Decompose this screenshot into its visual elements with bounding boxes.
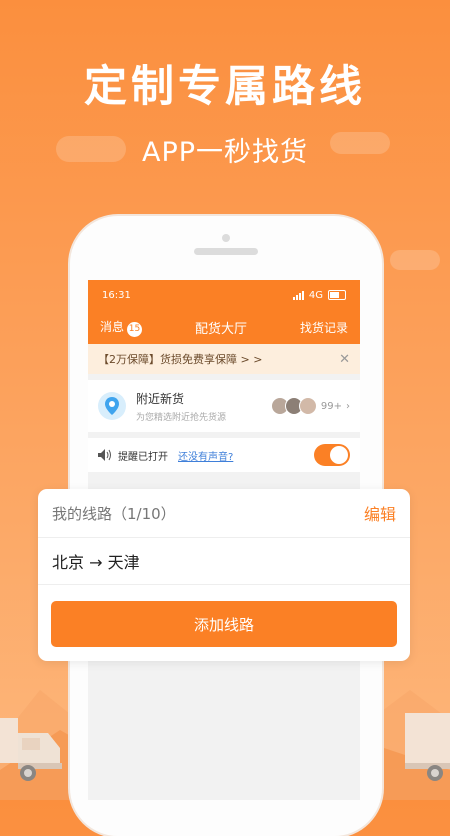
hero-subline: APP一秒找货 [141, 137, 309, 168]
routes-card: 我的线路（1/10） 编辑 北京 → 天津 添加线路 [38, 489, 410, 661]
page-title: 配货大厅 [194, 321, 247, 337]
nearby-cargo-row[interactable]: 附近新货 为您精选附近抢先货源 99+ › [88, 380, 360, 432]
status-bar: 16:31 4G [88, 280, 360, 310]
status-time: 16:31 [102, 289, 131, 301]
speaker-icon [98, 449, 111, 461]
network-type: 4G [308, 289, 323, 301]
hero-headline: 定制专属路线 [84, 62, 366, 112]
signal-icon [292, 290, 304, 300]
nav-bar: 消息 15 配货大厅 找货记录 [88, 310, 360, 344]
messages-label: 消息 [100, 319, 125, 334]
add-route-button[interactable]: 添加线路 [51, 601, 397, 647]
sound-help-link[interactable]: 还没有声音? [178, 448, 233, 463]
nearby-subtitle: 为您精选附近抢先货源 [136, 412, 227, 423]
speaker-grille [194, 248, 258, 255]
battery-icon [328, 290, 346, 300]
alert-status: 提醒已打开 [118, 451, 168, 463]
truck-illustration [0, 718, 62, 781]
route-item[interactable]: 北京 → 天津 [38, 538, 410, 585]
alert-toggle[interactable] [314, 444, 350, 466]
avatar [298, 397, 317, 415]
cloud-decoration [390, 250, 440, 270]
messages-count-badge: 15 [127, 321, 143, 337]
history-button[interactable]: 找货记录 [300, 319, 348, 336]
promo-banner[interactable]: 【2万保障】货损免费享保障 > > ✕ [88, 344, 360, 374]
chevron-right-icon: › [346, 400, 350, 412]
edit-button[interactable]: 编辑 [364, 501, 396, 525]
alert-settings-row: 提醒已打开 还没有声音? [88, 438, 360, 472]
close-icon[interactable]: ✕ [339, 352, 350, 367]
truck-illustration [405, 713, 450, 781]
promo-text: 【2万保障】货损免费享保障 > > [98, 353, 263, 366]
nearby-title: 附近新货 [136, 391, 185, 406]
location-pin-icon [98, 392, 126, 420]
avatar-group [270, 397, 317, 415]
nearby-count: 99+ [320, 400, 342, 412]
camera-icon [222, 234, 230, 242]
messages-button[interactable]: 消息 15 [100, 318, 143, 337]
routes-label: 我的线路（1/10） [52, 504, 176, 523]
